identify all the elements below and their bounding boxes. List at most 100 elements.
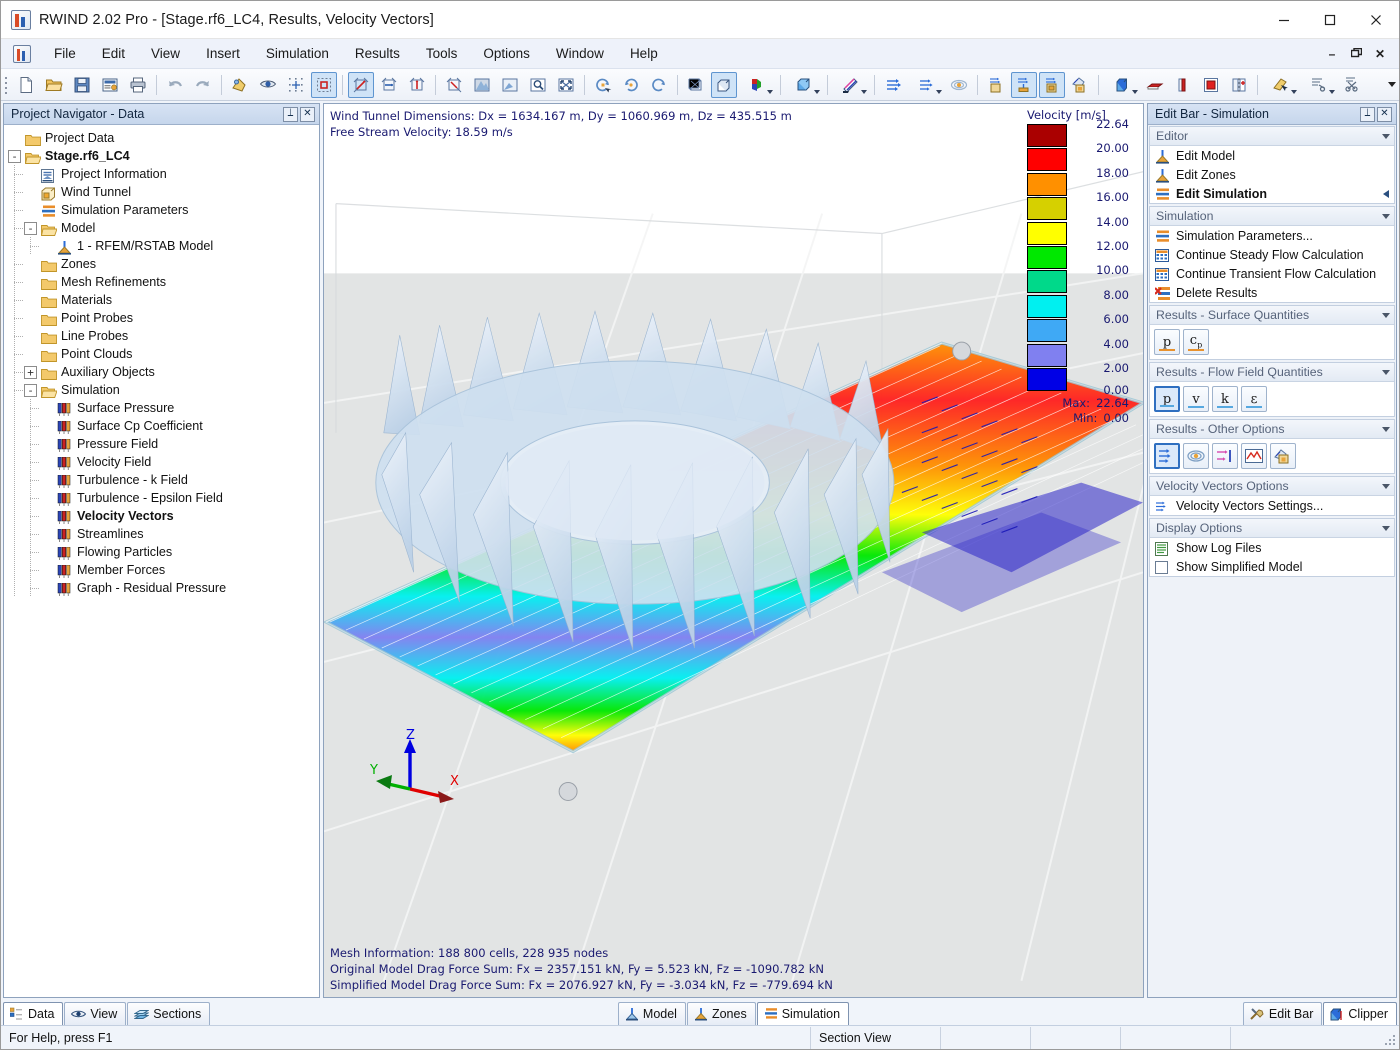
tree-item-line-probes[interactable]: Line Probes	[8, 327, 319, 345]
section-plane-red-icon[interactable]	[1142, 72, 1168, 98]
tree-item-project-information[interactable]: Project Information	[8, 165, 319, 183]
view-side-icon[interactable]	[404, 72, 430, 98]
mdi-close-icon[interactable]: ✕	[1369, 43, 1391, 65]
section-fill-icon[interactable]	[1198, 72, 1224, 98]
editbar-item-edit-simulation[interactable]: Edit Simulation	[1150, 184, 1394, 203]
menu-window[interactable]: Window	[543, 42, 617, 65]
print-icon[interactable]	[125, 72, 151, 98]
measure-icon[interactable]	[1263, 72, 1299, 98]
wind-tunnel-icon[interactable]	[786, 72, 822, 98]
chevron-down-icon[interactable]	[1382, 313, 1390, 318]
chevron-down-icon[interactable]	[1382, 484, 1390, 489]
editbar-item-continue-transient-flow-calculation[interactable]: Continue Transient Flow Calculation	[1150, 264, 1394, 283]
tree-item-flowing-particles[interactable]: Flowing Particles	[8, 543, 319, 561]
tab-zones[interactable]: Zones	[687, 1002, 756, 1025]
zoom-fit-icon[interactable]	[525, 72, 551, 98]
pin-icon[interactable]: ⟘	[283, 107, 298, 122]
snap-grid-icon[interactable]	[283, 72, 309, 98]
close-icon[interactable]: ✕	[300, 107, 315, 122]
k-field-button[interactable]: k	[1212, 386, 1238, 412]
results-colors-icon[interactable]	[833, 72, 869, 98]
minimize-icon[interactable]	[1261, 1, 1307, 39]
surface-pressure-button[interactable]: p	[1154, 329, 1180, 355]
tab-view[interactable]: View	[64, 1002, 126, 1025]
toolbar-grip[interactable]	[3, 74, 10, 96]
editbar-group-header[interactable]: Results - Other Options	[1150, 420, 1394, 439]
tab-simulation[interactable]: Simulation	[757, 1002, 849, 1025]
shading-icon[interactable]	[469, 72, 495, 98]
tree-item-model[interactable]: -Model	[8, 219, 319, 237]
redo-icon[interactable]	[190, 72, 216, 98]
collapse-icon[interactable]: -	[8, 150, 21, 163]
editbar-item-delete-results[interactable]: Delete Results	[1150, 283, 1394, 302]
tree-item-simulation-parameters[interactable]: Simulation Parameters	[8, 201, 319, 219]
chevron-down-icon[interactable]	[1382, 427, 1390, 432]
resize-grip-icon[interactable]	[1380, 1030, 1396, 1046]
undo-icon[interactable]	[162, 72, 188, 98]
cfd-viewport[interactable]: Wind Tunnel Dimensions: Dx = 1634.167 m,…	[323, 103, 1144, 998]
render-quality-icon[interactable]	[227, 72, 253, 98]
section-plane-side-icon[interactable]	[1170, 72, 1196, 98]
streamlines-button[interactable]	[1212, 443, 1238, 469]
menu-simulation[interactable]: Simulation	[253, 42, 342, 65]
editbar-group-header[interactable]: Results - Flow Field Quantities	[1150, 363, 1394, 382]
open-file-icon[interactable]	[41, 72, 67, 98]
view-top-icon[interactable]	[441, 72, 467, 98]
chevron-down-icon[interactable]	[1382, 214, 1390, 219]
menu-view[interactable]: View	[138, 42, 193, 65]
editbar-group-header[interactable]: Simulation	[1150, 207, 1394, 226]
tree-item-point-probes[interactable]: Point Probes	[8, 309, 319, 327]
tree-item-1-rfem-rstab-model[interactable]: 1 - RFEM/RSTAB Model	[8, 237, 319, 255]
menu-tools[interactable]: Tools	[413, 42, 471, 65]
editbar-group-header[interactable]: Results - Surface Quantities	[1150, 306, 1394, 325]
mdi-restore-icon[interactable]	[1345, 43, 1367, 65]
menu-file[interactable]: File	[41, 42, 89, 65]
vector-scale-icon[interactable]	[908, 72, 944, 98]
result-render-icon[interactable]	[1067, 72, 1093, 98]
section-mirror-icon[interactable]	[1226, 72, 1252, 98]
tree-item-wind-tunnel[interactable]: Wind Tunnel	[8, 183, 319, 201]
pin-icon[interactable]: ⟘	[1360, 107, 1375, 122]
view-iso-icon[interactable]	[348, 72, 374, 98]
residual-graph-button[interactable]	[1241, 443, 1267, 469]
tree-item-turbulence-epsilon-field[interactable]: Turbulence - Epsilon Field	[8, 489, 319, 507]
editbar-group-header[interactable]: Display Options	[1150, 519, 1394, 538]
streamlines-icon[interactable]	[946, 72, 972, 98]
visibility-icon[interactable]	[255, 72, 281, 98]
tree-item-velocity-field[interactable]: Velocity Field	[8, 453, 319, 471]
editbar-item-show-log-files[interactable]: Show Log Files	[1150, 538, 1394, 557]
tree-item-surface-cp-coefficient[interactable]: Surface Cp Coefficient	[8, 417, 319, 435]
selection-mode-icon[interactable]	[311, 72, 337, 98]
flowing-particles-button[interactable]	[1183, 443, 1209, 469]
result-render-button[interactable]	[1270, 443, 1296, 469]
mdi-app-icon[interactable]	[13, 45, 31, 63]
tab-data[interactable]: Data	[3, 1002, 63, 1025]
zoom-all-icon[interactable]	[553, 72, 579, 98]
save-icon[interactable]	[69, 72, 95, 98]
mdi-minimize-icon[interactable]: –	[1321, 43, 1343, 65]
cut-tool-icon[interactable]	[1301, 72, 1337, 98]
project-tree[interactable]: Project Data-Stage.rf6_LC4Project Inform…	[4, 125, 319, 997]
epsilon-field-button[interactable]: ε	[1241, 386, 1267, 412]
tree-item-surface-pressure[interactable]: Surface Pressure	[8, 399, 319, 417]
tab-model[interactable]: Model	[618, 1002, 686, 1025]
view-front-icon[interactable]	[376, 72, 402, 98]
tree-item-member-forces[interactable]: Member Forces	[8, 561, 319, 579]
close-icon[interactable]: ✕	[1377, 107, 1392, 122]
tree-item-pressure-field[interactable]: Pressure Field	[8, 435, 319, 453]
rotate-view-icon[interactable]	[590, 72, 616, 98]
menu-results[interactable]: Results	[342, 42, 413, 65]
solid-model-icon[interactable]	[711, 72, 737, 98]
result-model-icon[interactable]	[1011, 72, 1037, 98]
editbar-item-simulation-parameters[interactable]: Simulation Parameters...	[1150, 226, 1394, 245]
pressure-field-button[interactable]: p	[1154, 386, 1180, 412]
editbar-group-header[interactable]: Editor	[1150, 127, 1394, 146]
chevron-down-icon[interactable]	[1382, 134, 1390, 139]
tree-item-mesh-refinements[interactable]: Mesh Refinements	[8, 273, 319, 291]
chevron-down-icon[interactable]	[1382, 526, 1390, 531]
editbar-group-header[interactable]: Velocity Vectors Options	[1150, 477, 1394, 496]
velocity-vectors-button[interactable]	[1154, 443, 1180, 469]
tree-item-simulation[interactable]: -Simulation	[8, 381, 319, 399]
collapse-icon[interactable]: -	[24, 222, 37, 235]
zoom-window-icon[interactable]	[497, 72, 523, 98]
